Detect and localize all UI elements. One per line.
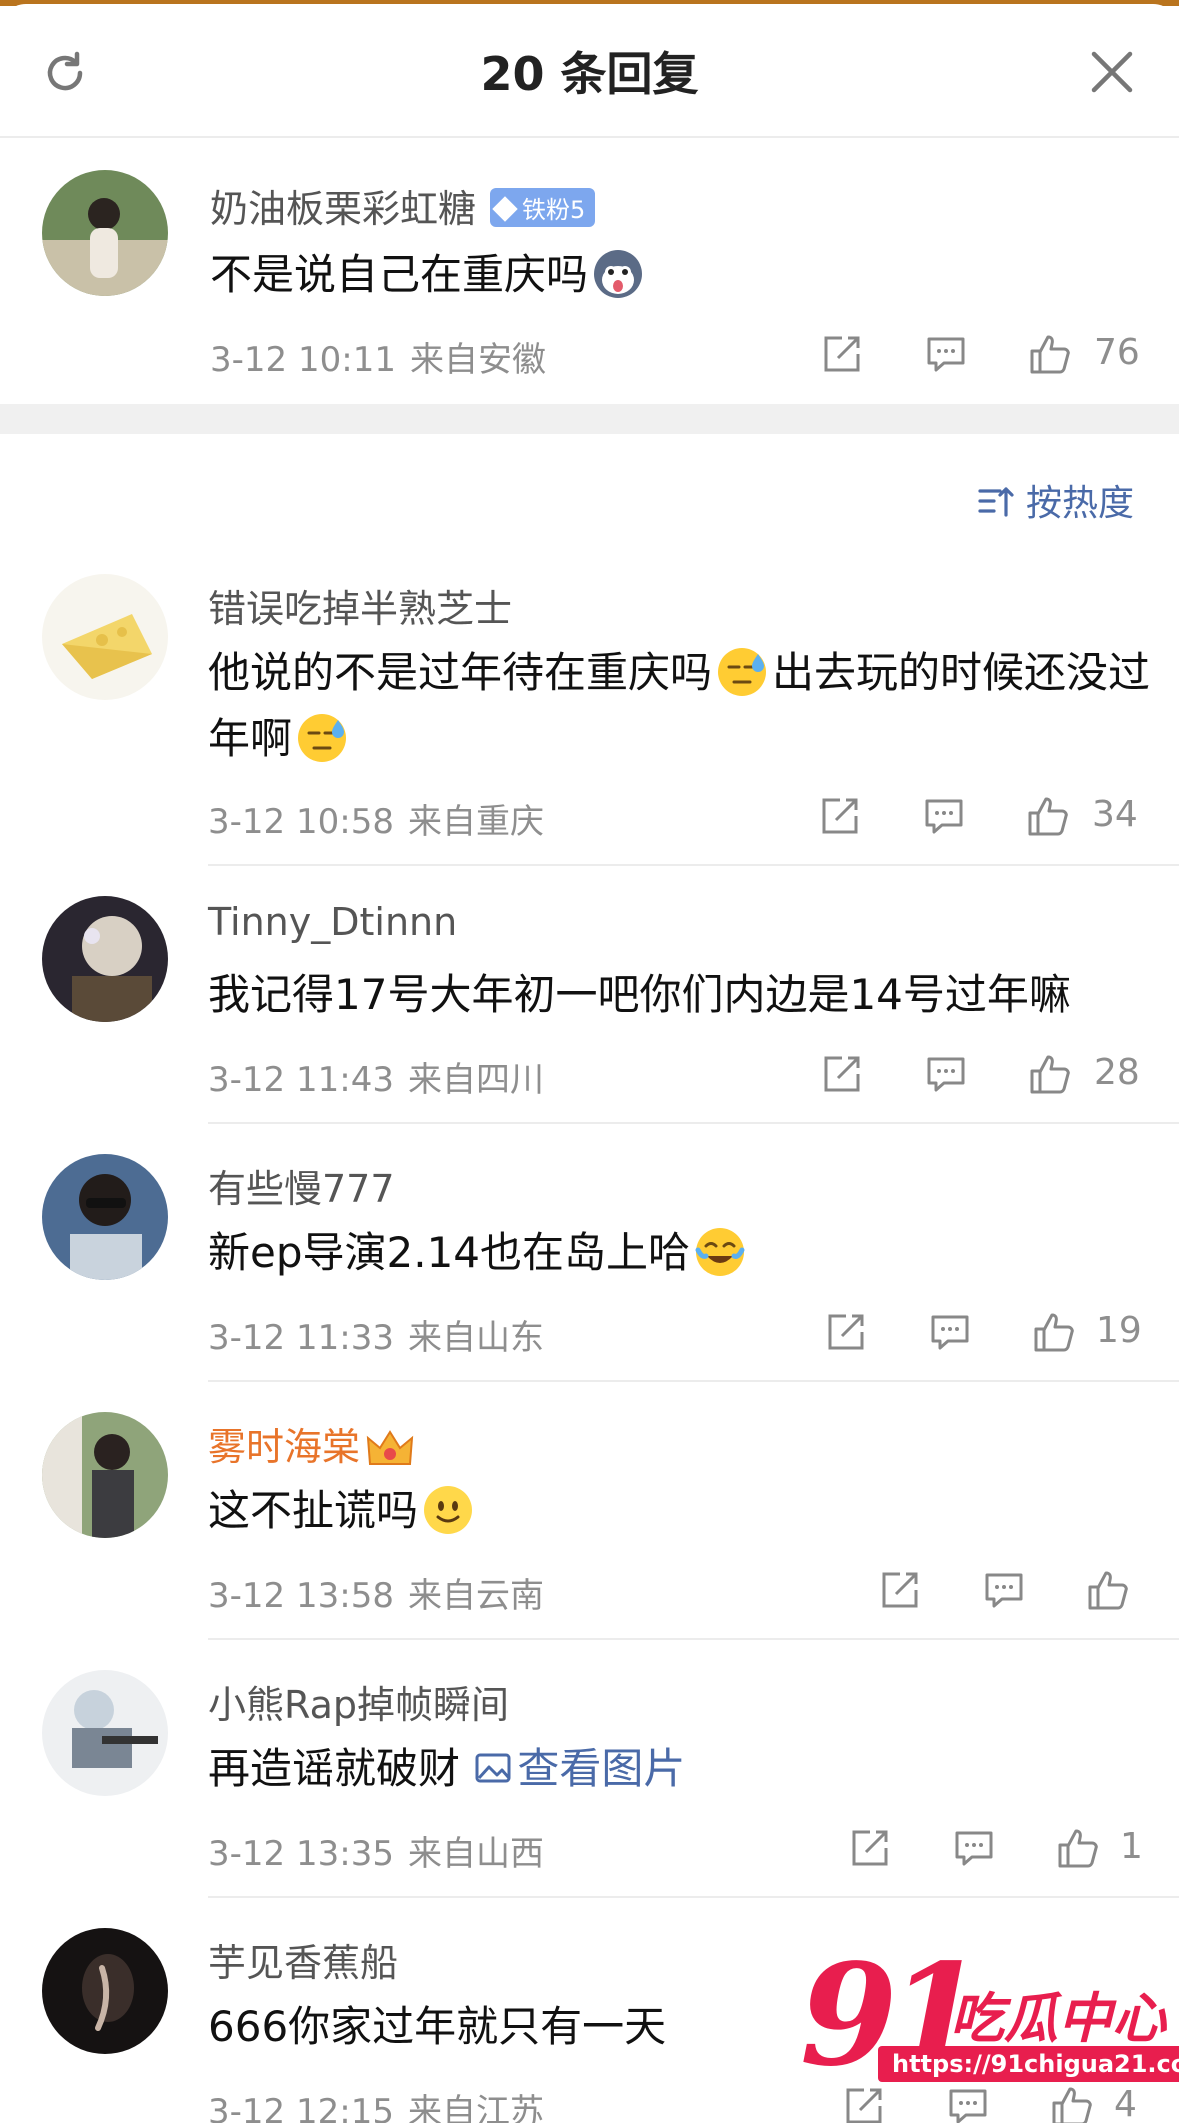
like-icon[interactable] <box>1026 794 1070 838</box>
comment-text: 新ep导演2.14也在岛上哈 <box>208 1220 1179 1286</box>
comment-text: 这不扯谎吗 <box>208 1478 1179 1544</box>
avatar[interactable] <box>42 574 168 700</box>
sweat-emoji-icon <box>296 712 348 764</box>
share-icon[interactable] <box>878 1568 922 1612</box>
comment-icon[interactable] <box>924 332 968 376</box>
comment-meta: 3-12 11:43 来自四川 <box>208 1060 544 1100</box>
comment-text: 他说的不是过年待在重庆吗 出去玩的时候还没过年啊 <box>208 640 1179 772</box>
replies-sheet: 20 条回复 奶油板栗彩虹糖 铁粉5 不是说自己在重庆吗 3-12 10:11 来自… <box>0 4 1179 2123</box>
comment-meta: 3-12 11:33 来自山东 <box>208 1318 544 1358</box>
like-icon[interactable] <box>1028 332 1072 376</box>
avatar[interactable] <box>42 896 168 1022</box>
like-count: 76 <box>1094 332 1140 373</box>
watermark-name: 吃瓜中心 <box>950 1987 1166 2050</box>
comment-icon[interactable] <box>922 794 966 838</box>
like-count: 1 <box>1120 1826 1143 1867</box>
comment-icon[interactable] <box>924 1052 968 1096</box>
image-icon <box>475 1753 511 1782</box>
diamond-icon <box>492 196 518 222</box>
crown-icon <box>364 1424 414 1468</box>
username[interactable]: 错误吃掉半熟芝士 <box>208 578 512 633</box>
reply-separator <box>208 1896 1179 1898</box>
like-count: 34 <box>1092 794 1138 835</box>
comment-text: 再造谣就破财 查看图片 <box>208 1744 686 1793</box>
share-icon[interactable] <box>820 1052 864 1096</box>
laugh-cry-emoji-icon <box>694 1226 746 1278</box>
view-image-link[interactable]: 查看图片 <box>473 1744 685 1793</box>
avatar[interactable] <box>42 1670 168 1796</box>
username[interactable]: Tinny_Dtinnn <box>208 900 457 944</box>
close-icon[interactable] <box>1088 48 1136 96</box>
page-title: 20 条回复 <box>480 47 699 101</box>
reply-separator <box>208 1122 1179 1124</box>
reply-separator <box>208 864 1179 866</box>
like-icon[interactable] <box>1086 1568 1130 1612</box>
comment-icon[interactable] <box>982 1568 1026 1612</box>
sort-by-hot-button[interactable]: 按热度 <box>976 474 1134 526</box>
share-icon[interactable] <box>824 1310 868 1354</box>
username[interactable]: 雾时海棠 <box>208 1416 414 1472</box>
avatar[interactable] <box>42 170 168 296</box>
fan-badge: 铁粉5 <box>490 188 596 227</box>
comment-text: 我记得17号大年初一吧你们内边是14号过年嘛 <box>208 970 1071 1019</box>
comment-text: 不是说自己在重庆吗 <box>210 242 1179 308</box>
comment-meta: 3-12 12:15 来自江苏 <box>208 2092 544 2123</box>
share-icon[interactable] <box>818 794 862 838</box>
comment-meta: 3-12 10:58 来自重庆 <box>208 802 544 842</box>
username[interactable]: 小熊Rap掉帧瞬间 <box>208 1674 509 1729</box>
sweat-emoji-icon <box>716 646 768 698</box>
comment-icon[interactable] <box>952 1826 996 1870</box>
like-count: 19 <box>1096 1310 1142 1351</box>
comment-icon[interactable] <box>928 1310 972 1354</box>
username[interactable]: 有些慢777 <box>208 1158 395 1213</box>
watermark-logo: 91 吃瓜中心 https://91chigua21.com <box>800 1934 1179 2098</box>
comment-meta: 3-12 13:58 来自云南 <box>208 1576 544 1616</box>
reply-separator <box>208 1638 1179 1640</box>
reply-separator <box>208 1380 1179 1382</box>
avatar[interactable] <box>42 1154 168 1280</box>
like-icon[interactable] <box>1056 1826 1100 1870</box>
smile-emoji-icon <box>422 1484 474 1536</box>
share-icon[interactable] <box>820 332 864 376</box>
section-divider <box>0 404 1179 434</box>
share-icon[interactable] <box>848 1826 892 1870</box>
sheet-header: 20 条回复 <box>0 4 1179 138</box>
username[interactable]: 芋见香蕉船 <box>208 1932 398 1987</box>
dog-emoji-icon <box>592 248 644 300</box>
username[interactable]: 奶油板栗彩虹糖 铁粉5 <box>210 178 596 233</box>
avatar[interactable] <box>42 1412 168 1538</box>
like-icon[interactable] <box>1028 1052 1072 1096</box>
comment-meta: 3-12 13:35 来自山西 <box>208 1834 544 1874</box>
like-icon[interactable] <box>1032 1310 1076 1354</box>
avatar[interactable] <box>42 1928 168 2054</box>
watermark-url: https://91chigua21.com <box>878 2046 1179 2082</box>
sort-icon <box>978 487 1014 517</box>
like-count: 28 <box>1094 1052 1140 1093</box>
comment-meta: 3-12 10:11 来自安徽 <box>210 340 546 380</box>
